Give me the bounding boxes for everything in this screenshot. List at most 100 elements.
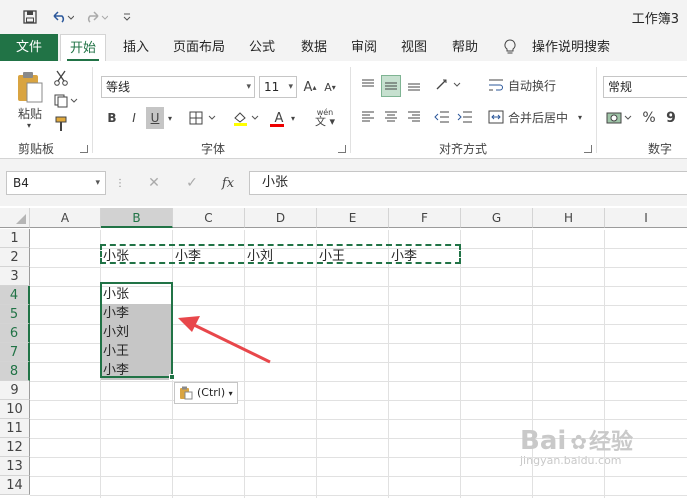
row-header[interactable]: 8 xyxy=(0,362,30,381)
tab-help[interactable]: 帮助 xyxy=(443,34,487,61)
fill-color-button[interactable] xyxy=(230,107,264,129)
paste-options-button[interactable]: (Ctrl) ▾ xyxy=(174,382,238,404)
align-left-icon[interactable] xyxy=(358,107,378,127)
column-header[interactable]: G xyxy=(461,208,533,228)
column-header[interactable]: H xyxy=(533,208,605,228)
row-header[interactable]: 1 xyxy=(0,229,30,248)
borders-button[interactable] xyxy=(186,107,220,129)
clipboard-launcher-icon[interactable] xyxy=(80,145,88,153)
tab-view[interactable]: 视图 xyxy=(392,34,436,61)
align-top-icon[interactable] xyxy=(358,75,378,95)
row-header[interactable]: 3 xyxy=(0,267,30,286)
wrap-text-icon[interactable] xyxy=(486,75,506,95)
tell-me-search[interactable]: 操作说明搜索 xyxy=(528,34,614,61)
merge-center-button[interactable]: 合并后居中 xyxy=(508,107,570,127)
undo-icon[interactable] xyxy=(50,6,76,28)
column-header[interactable]: B xyxy=(101,208,173,228)
shrink-font-button[interactable]: A ▾ xyxy=(321,76,339,98)
gridline xyxy=(30,400,687,401)
row-header[interactable]: 14 xyxy=(0,476,30,495)
copy-marquee xyxy=(100,244,461,264)
font-name-select[interactable]: 等线 ▾ xyxy=(101,76,255,98)
formula-input[interactable]: 小张 xyxy=(249,171,687,195)
number-format-select[interactable]: 常规 xyxy=(603,76,687,98)
more-options-icon[interactable]: ⋮ xyxy=(115,173,125,193)
align-bottom-icon[interactable] xyxy=(404,75,424,95)
row-header[interactable]: 5 xyxy=(0,305,30,324)
font-group-label: 字体 xyxy=(201,142,226,156)
gridline xyxy=(30,495,687,496)
fill-handle[interactable] xyxy=(169,374,175,380)
cancel-entry-icon[interactable]: ✕ xyxy=(144,173,164,193)
wrap-text-button[interactable]: 自动换行 xyxy=(508,75,562,95)
window-title: 工作簿3 xyxy=(631,12,679,27)
row-header[interactable]: 4 xyxy=(0,286,30,305)
align-middle-icon[interactable] xyxy=(381,75,401,97)
customize-icon[interactable] xyxy=(120,6,134,28)
align-right-icon[interactable] xyxy=(404,107,424,127)
column-header[interactable]: D xyxy=(245,208,317,228)
grow-font-button[interactable]: A ▴ xyxy=(301,76,319,98)
phonetic-button[interactable]: wén 文 ▾ xyxy=(310,105,340,129)
tab-page-layout[interactable]: 页面布局 xyxy=(166,34,232,61)
column-header[interactable]: C xyxy=(173,208,245,228)
orientation-icon[interactable] xyxy=(432,75,466,95)
select-all-corner[interactable] xyxy=(0,208,30,228)
tab-formulas[interactable]: 公式 xyxy=(240,34,284,61)
cut-icon[interactable] xyxy=(52,69,70,87)
row-header[interactable]: 6 xyxy=(0,324,30,343)
paste-button[interactable]: 粘贴 xyxy=(12,105,48,121)
copy-icon[interactable] xyxy=(52,92,80,110)
group-divider xyxy=(350,67,351,153)
decrease-indent-icon[interactable] xyxy=(432,107,452,127)
bold-button[interactable]: B xyxy=(103,107,121,129)
confirm-entry-icon[interactable]: ✓ xyxy=(182,173,202,193)
format-painter-icon[interactable] xyxy=(52,115,70,133)
row-header[interactable]: 12 xyxy=(0,438,30,457)
row-header[interactable]: 7 xyxy=(0,343,30,362)
row-header[interactable]: 2 xyxy=(0,248,30,267)
row-header[interactable]: 10 xyxy=(0,400,30,419)
name-box-value: B4 xyxy=(13,176,29,190)
alignment-launcher-icon[interactable] xyxy=(584,145,592,153)
font-size-select[interactable]: 11 ▾ xyxy=(259,76,297,98)
row-header[interactable]: 11 xyxy=(0,419,30,438)
column-header[interactable]: F xyxy=(389,208,461,228)
increase-indent-icon[interactable] xyxy=(455,107,475,127)
column-header[interactable]: E xyxy=(317,208,389,228)
underline-dropdown-icon[interactable]: ▾ xyxy=(164,107,176,129)
column-header[interactable]: A xyxy=(30,208,101,228)
tab-home[interactable]: 开始 xyxy=(60,34,106,61)
redo-icon[interactable] xyxy=(84,6,110,28)
row-header[interactable]: 9 xyxy=(0,381,30,400)
paste-icon[interactable] xyxy=(12,69,48,105)
paste-dropdown-icon[interactable]: ▾ xyxy=(22,121,36,130)
comma-style-button[interactable]: 9 xyxy=(662,107,680,129)
font-name-value: 等线 xyxy=(106,80,131,94)
align-center-icon[interactable] xyxy=(381,107,401,127)
font-color-button[interactable]: A ▾ xyxy=(266,107,300,129)
insert-function-icon[interactable]: fx xyxy=(218,173,238,193)
tab-file[interactable]: 文件 xyxy=(0,34,58,61)
alignment-group-label: 对齐方式 xyxy=(439,142,488,156)
font-launcher-icon[interactable] xyxy=(338,145,346,153)
tab-insert[interactable]: 插入 xyxy=(114,34,158,61)
merge-dropdown-icon[interactable]: ▾ xyxy=(574,107,586,127)
tab-data[interactable]: 数据 xyxy=(292,34,336,61)
title-bar: 工作簿3 xyxy=(0,0,687,34)
column-header[interactable]: I xyxy=(605,208,687,228)
italic-button[interactable]: I xyxy=(125,107,143,129)
save-icon[interactable] xyxy=(20,6,40,28)
ribbon-tabs: 文件 开始 插入 页面布局 公式 数据 审阅 视图 帮助 操作说明搜索 xyxy=(0,34,687,61)
grow-font-icon: A xyxy=(303,79,313,95)
name-box[interactable]: B4 ▾ xyxy=(6,171,106,195)
row-header[interactable]: 13 xyxy=(0,457,30,476)
watermark-brand-cn: 经验 xyxy=(589,430,634,455)
paw-icon: ✿ xyxy=(570,430,588,454)
percent-button[interactable]: % xyxy=(640,107,658,129)
underline-button[interactable]: U xyxy=(146,107,164,129)
currency-format-icon[interactable] xyxy=(604,107,636,129)
merge-center-icon[interactable] xyxy=(486,107,506,127)
chevron-down-icon: ▾ xyxy=(288,82,293,92)
tab-review[interactable]: 审阅 xyxy=(342,34,386,61)
